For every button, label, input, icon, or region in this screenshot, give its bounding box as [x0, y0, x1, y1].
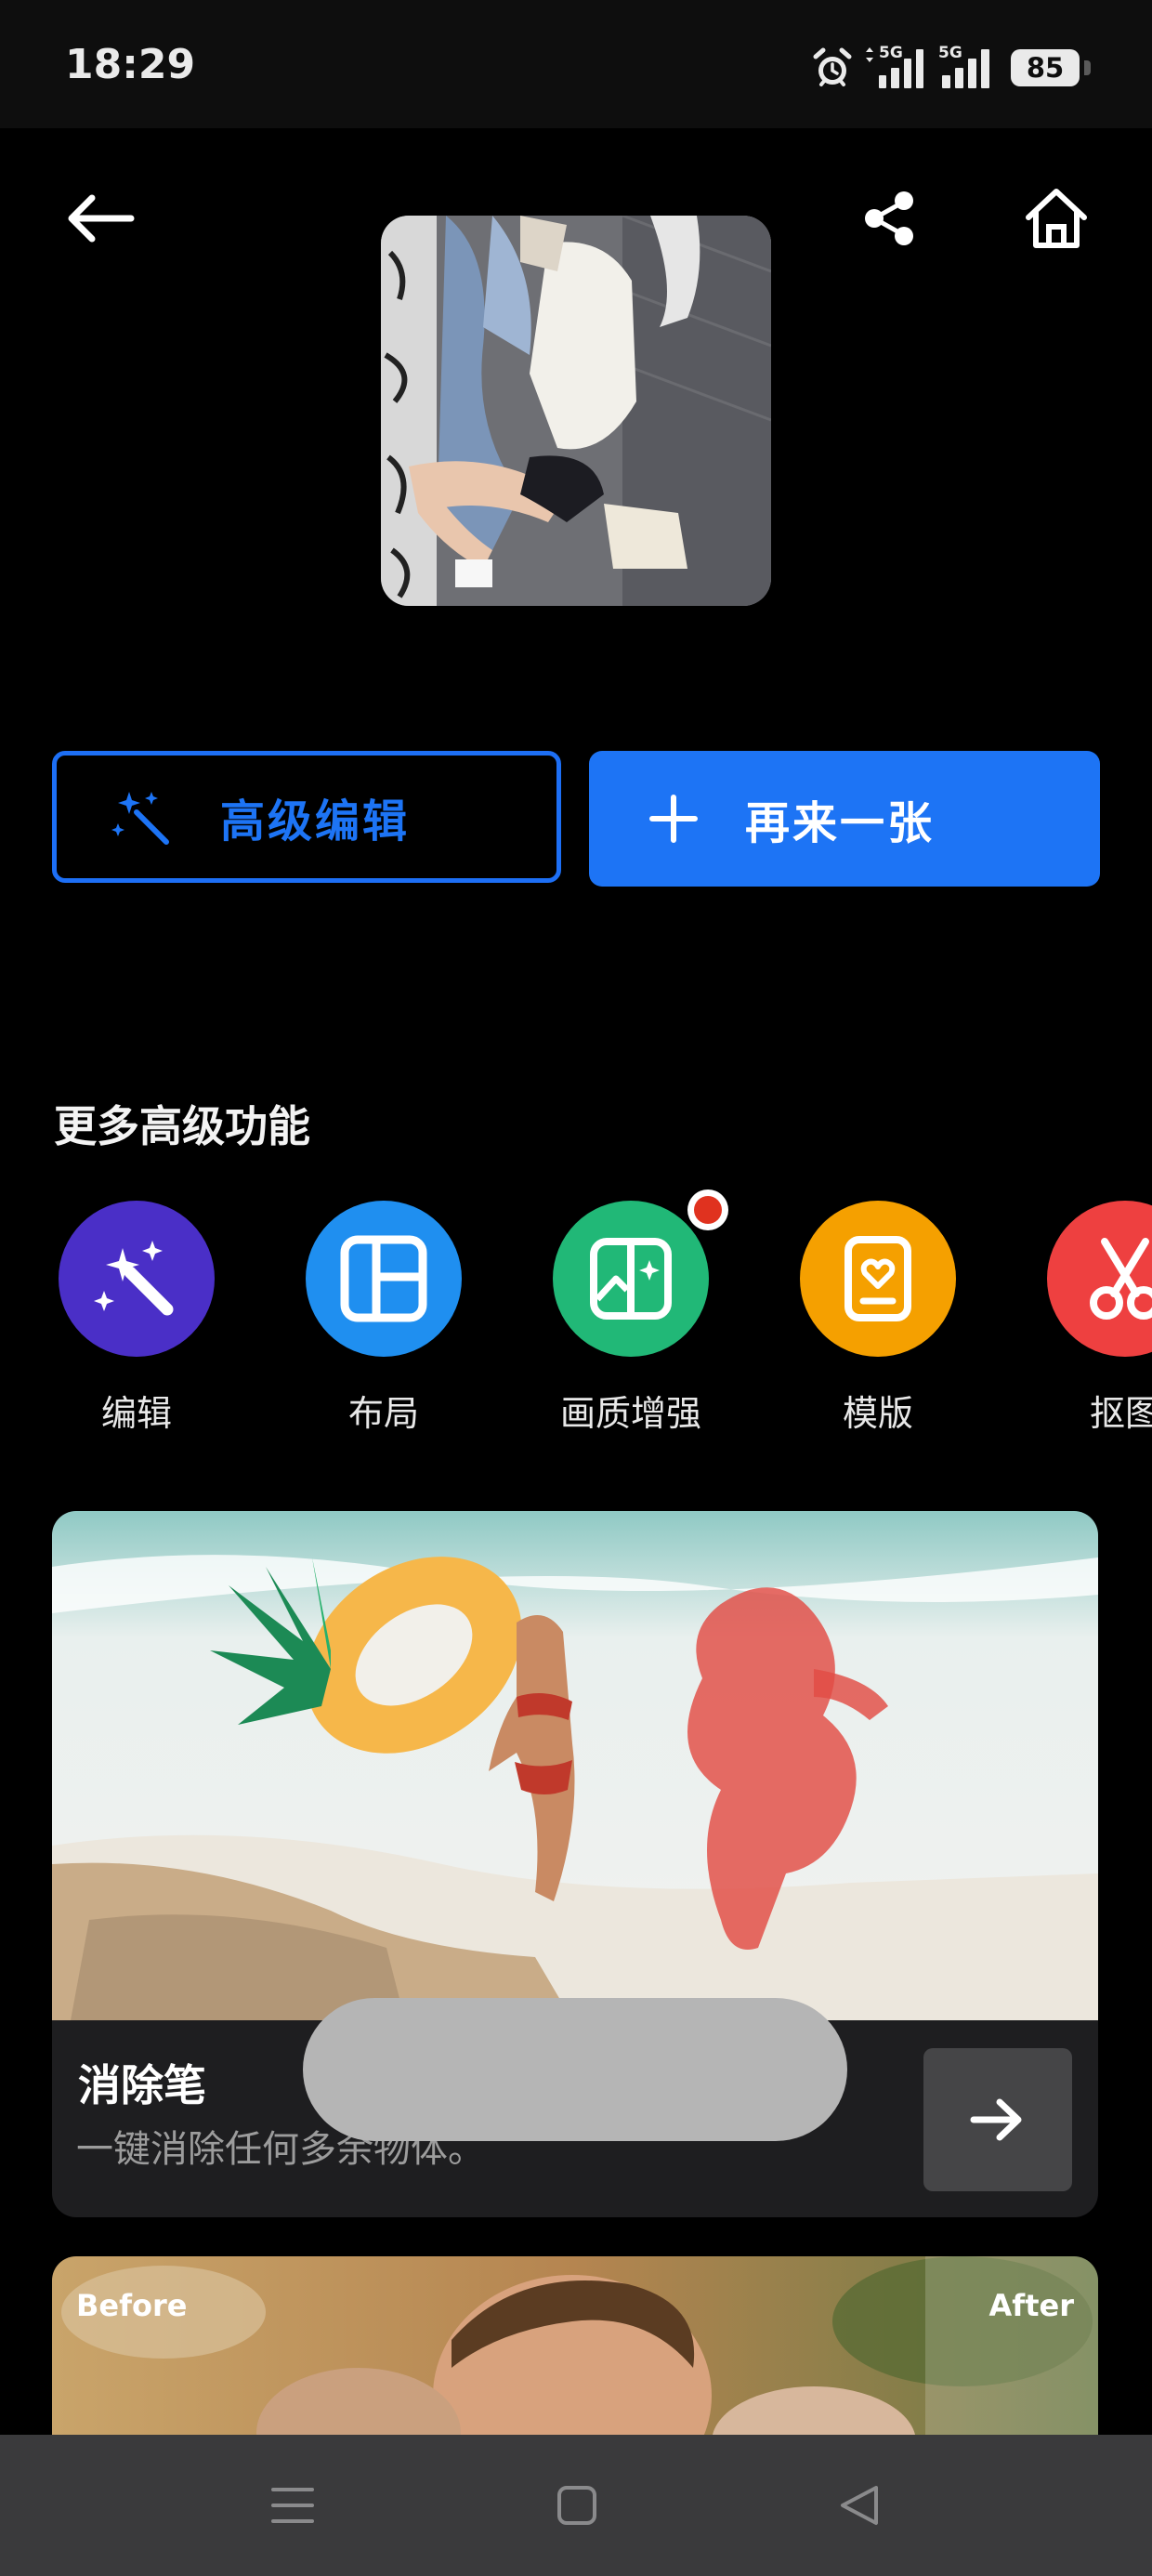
- share-button[interactable]: [840, 167, 942, 269]
- back-button[interactable]: [48, 167, 151, 269]
- magic-sparkle-icon: [111, 792, 169, 845]
- battery-level: 85: [1026, 52, 1065, 84]
- alarm-icon: [813, 47, 852, 86]
- feature-enhance[interactable]: 画质增强: [533, 1201, 728, 1436]
- square-icon: [557, 2486, 596, 2525]
- recents-button[interactable]: [251, 2468, 334, 2543]
- create-another-label: 再来一张: [745, 797, 936, 849]
- eraser-title: 消除笔: [78, 2060, 206, 2110]
- new-badge-dot: [687, 1189, 728, 1230]
- data-arrows-icon: [866, 47, 873, 62]
- toast-overlay: [303, 1998, 847, 2141]
- feature-label: 抠图: [1089, 1393, 1152, 1434]
- triangle-back-icon: [841, 2486, 878, 2525]
- share-icon: [865, 191, 913, 245]
- feature-edit-circle: [59, 1201, 215, 1357]
- system-nav-bar: [0, 2435, 1152, 2576]
- feature-layout-circle: [306, 1201, 462, 1357]
- back-nav-button[interactable]: [818, 2468, 901, 2543]
- before-after-card[interactable]: Before After: [52, 2256, 1098, 2442]
- before-label: Before: [76, 2288, 188, 2323]
- status-bar: 18:29 5G 5G 85: [0, 0, 1152, 128]
- plus-icon: [649, 795, 698, 843]
- magic-wand-icon: [94, 1241, 174, 1316]
- signal-label: 5G: [879, 44, 903, 62]
- feature-label: 布局: [347, 1393, 419, 1434]
- feature-layout[interactable]: 布局: [286, 1201, 481, 1436]
- arrow-right-icon: [970, 2098, 1022, 2141]
- feature-label: 画质增强: [559, 1393, 701, 1434]
- advanced-edit-button[interactable]: 高级编辑: [52, 751, 561, 883]
- signal-icon: 5G: [866, 44, 923, 88]
- feature-cutout[interactable]: 抠图: [1028, 1201, 1152, 1436]
- back-arrow-icon: [68, 194, 135, 243]
- feature-template-circle: [800, 1201, 956, 1357]
- template-icon: [844, 1236, 911, 1321]
- feature-cutout-circle: [1047, 1201, 1152, 1357]
- feature-enhance-circle: [553, 1201, 709, 1357]
- enhance-icon: [590, 1238, 672, 1320]
- after-label: After: [988, 2288, 1074, 2323]
- layout-icon: [340, 1235, 427, 1322]
- menu-lines-icon: [271, 2488, 314, 2523]
- eraser-open-button[interactable]: [923, 2048, 1072, 2191]
- feature-template[interactable]: 模版: [780, 1201, 975, 1436]
- feature-label: 编辑: [100, 1393, 172, 1434]
- cutout-scissors-icon: [1090, 1238, 1152, 1320]
- advanced-edit-label: 高级编辑: [220, 795, 411, 848]
- result-thumbnail[interactable]: [381, 216, 771, 606]
- signal-label: 5G: [938, 44, 962, 62]
- signal-icon: 5G: [938, 44, 994, 88]
- battery-icon: 85: [1011, 49, 1091, 86]
- home-button[interactable]: [1005, 167, 1107, 269]
- feature-edit[interactable]: 编辑: [39, 1201, 234, 1436]
- eraser-preview-image: [52, 1511, 1098, 2020]
- section-title: 更多高级功能: [54, 1101, 310, 1151]
- status-icons: 5G 5G 85: [810, 43, 1091, 93]
- photo-image: [381, 216, 771, 606]
- create-another-button[interactable]: 再来一张: [589, 751, 1100, 887]
- feature-label: 模版: [842, 1393, 913, 1434]
- home-icon: [1026, 189, 1087, 248]
- home-nav-button[interactable]: [535, 2468, 619, 2543]
- status-time: 18:29: [65, 41, 196, 88]
- before-after-image: [52, 2256, 1098, 2442]
